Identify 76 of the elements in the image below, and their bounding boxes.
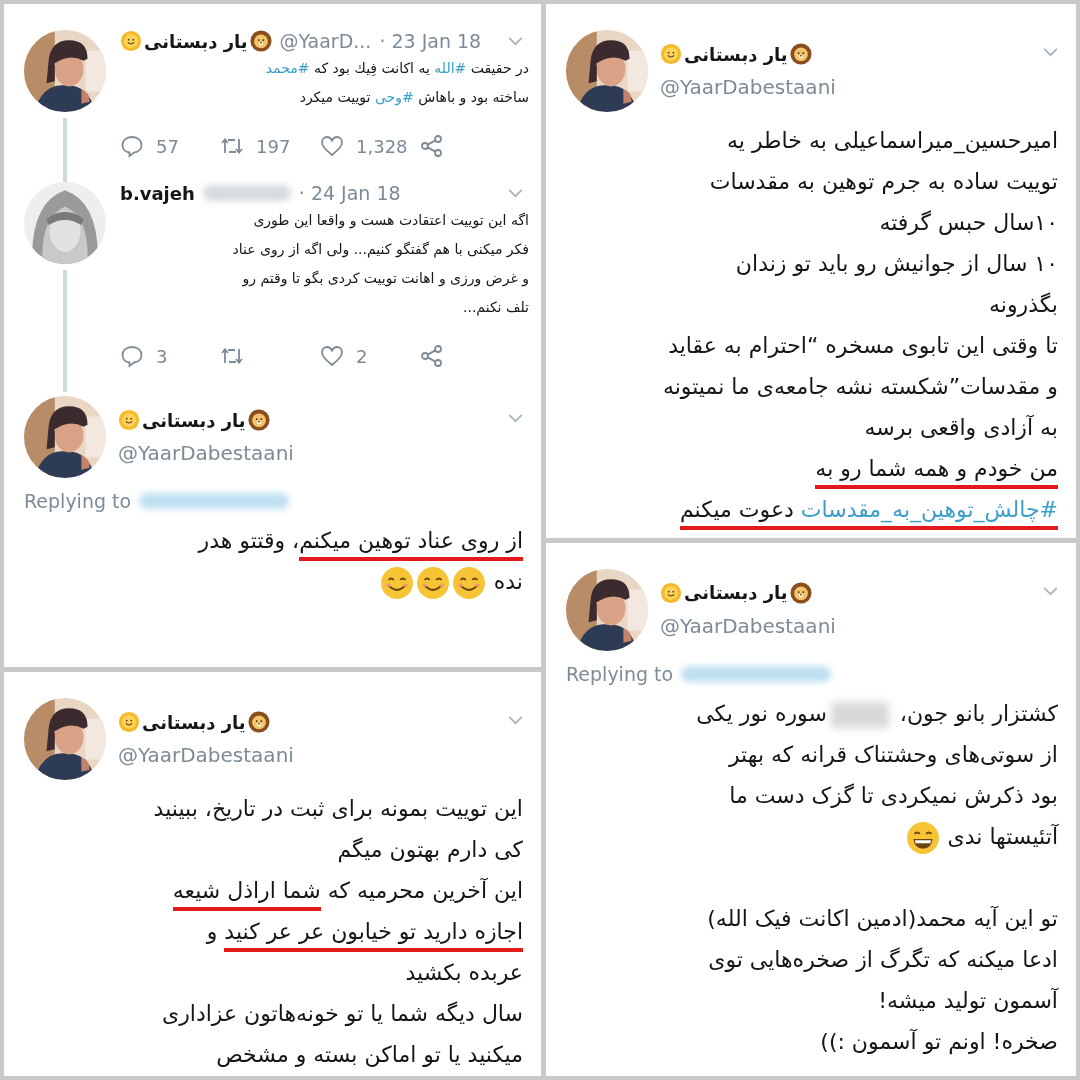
tweet-text: تلف نکنم...	[463, 299, 529, 315]
grinning-face-icon	[905, 820, 940, 855]
caret-icon[interactable]	[508, 188, 523, 198]
caret-icon[interactable]	[508, 716, 523, 725]
tweet-text: ۱۰سال حبس گرفته	[879, 210, 1058, 235]
reply-icon[interactable]	[120, 134, 144, 158]
tweet-text: آسمون تولید میشه!	[878, 987, 1058, 1013]
share-icon[interactable]	[420, 134, 444, 158]
reply-icon[interactable]	[120, 344, 144, 368]
like-count: 2	[356, 345, 368, 367]
tweet-text: این آخرین محرمیه که	[326, 878, 523, 903]
smiling-face-icon	[415, 566, 450, 600]
display-name[interactable]: یار دبستانی	[142, 409, 246, 431]
tweet-text: و	[206, 919, 219, 944]
tweet-text: تو این آیه محمد(ادمین اکانت فیک الله)	[707, 905, 1058, 931]
caret-icon[interactable]	[508, 414, 523, 423]
blurred-word	[830, 701, 889, 728]
share-icon[interactable]	[420, 344, 444, 368]
tweet-text: شما اراذل شیعه	[172, 878, 321, 911]
tweet-text: آتئیستها ندی	[946, 823, 1058, 849]
tweet-text: امیرحسین_میراسماعیلی به خاطر یه	[727, 128, 1058, 153]
tweet-date: · 24 Jan 18	[298, 182, 401, 204]
tweet-text: سال دیگه شما یا تو خونه‌هاتون عزاداری	[161, 1001, 523, 1026]
user-handle: @YaarD...	[279, 30, 372, 52]
tweet-text: در حقیقت	[469, 60, 529, 76]
display-name[interactable]: یار دبستانی	[684, 582, 788, 603]
tweet-text: بگذرونه	[989, 292, 1058, 317]
reply-count: 57	[156, 135, 179, 157]
tweet-text: توییت ساده به جرم توهین به مقدسات	[709, 169, 1058, 194]
user-handle: @YaarDabestaani	[118, 743, 294, 767]
tweet-text: از سوتی‌های وحشتناک قرانه که بهتر	[729, 741, 1058, 767]
reply-count: 3	[156, 345, 168, 367]
user-handle: @YaarDabestaani	[118, 441, 294, 465]
tweet-text: ساخته بود و باهاش	[417, 89, 529, 105]
tweet-text: میکنید یا تو اماکن بسته و مشخص	[216, 1042, 523, 1067]
tweet-text: من خودم و همه شما رو به	[815, 456, 1058, 489]
caret-icon[interactable]	[1043, 586, 1058, 596]
tweet-text: توییت میکرد	[299, 89, 372, 105]
tweet-text: از روی عناد توهین میکنم	[299, 528, 523, 561]
tweet-text: صخره! اونم تو آسمون :))	[820, 1028, 1058, 1054]
tweet-text: دعوت میکنم	[679, 497, 801, 530]
tweet-text: بود ذکرش نمیکردی تا گزک دست ما	[729, 782, 1058, 808]
replying-to-label: Replying to	[566, 662, 674, 685]
tweet-text: این توییت بمونه برای ثبت در تاریخ، ببینید	[153, 796, 523, 821]
caret-icon[interactable]	[508, 36, 523, 46]
user-handle: @YaarDabestaani	[660, 75, 836, 99]
tweet-text: نده	[492, 569, 523, 594]
tweet-text: یه اکانت فِیك بود که	[312, 60, 431, 76]
display-name[interactable]: یار دبستانی	[144, 30, 248, 52]
heart-icon[interactable]	[320, 134, 344, 158]
like-count: 1,328	[356, 135, 408, 157]
tweet-text: کشتزار بانو جون،	[898, 700, 1058, 726]
tweet-text: ادعا میکنه که تگرگ از صخره‌هایی توی	[708, 946, 1058, 972]
tweet-text: به آزادی واقعی برسه	[864, 415, 1058, 440]
display-name[interactable]: یار دبستانی	[142, 711, 246, 733]
tweet-text: اجازه دارید تو خیابون عر عر کنید	[224, 919, 523, 952]
tweet-text: ، وقتتو هدر	[198, 528, 300, 553]
caret-icon[interactable]	[1043, 48, 1058, 57]
replying-to-label: Replying to	[24, 490, 132, 512]
heart-icon[interactable]	[320, 344, 344, 368]
tweet-text: اگه این توییت اعتقادت هست و واقعا این طوری	[253, 212, 529, 228]
tweet-text: و غرض ورزی و اهانت توییت کردی بگو تا وقتم رو	[242, 270, 529, 286]
tweet-text: کی دارم بهتون میگم	[337, 837, 523, 862]
smiling-face-icon	[379, 566, 414, 600]
smiling-face-icon	[451, 566, 486, 600]
user-handle: @YaarDabestaani	[660, 613, 836, 638]
display-name[interactable]: b.vajeh	[120, 182, 195, 204]
tweet-text: تا وقتی این تابوی مسخره “احترام به عقاید	[668, 333, 1058, 358]
tweet-date: · 23 Jan 18	[379, 30, 482, 52]
tweet-text: سوره نور یکی	[696, 700, 827, 726]
display-name[interactable]: یار دبستانی	[684, 43, 788, 65]
retweet-count: 197	[256, 135, 291, 157]
tweet-text: ۱۰ سال از جوانیش رو باید تو زندان	[735, 251, 1058, 276]
tweet-text: و مقدسات”شکسته نشه جامعه‌ی ما نمیتونه	[662, 374, 1058, 399]
tweet-text: عربده بکشید	[405, 960, 523, 985]
tweet-text: فکر میکنی با هم گفتگو کنیم... ولی اگه از روی عناد	[232, 241, 529, 257]
